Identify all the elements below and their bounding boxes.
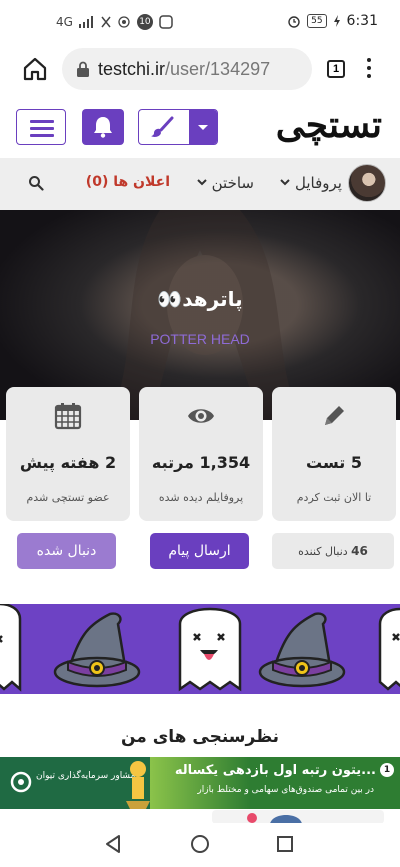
signal-icon xyxy=(78,16,93,28)
browser-menu-icon[interactable] xyxy=(364,58,374,82)
bell-icon xyxy=(94,117,112,138)
hotspot-icon xyxy=(118,16,130,28)
stat-card-tests: 5 تست تا الان ثبت کردم xyxy=(272,387,396,521)
stat-value: 5 تست xyxy=(306,453,362,472)
browser-toolbar: testchi.ir/user/134297 1 xyxy=(0,44,400,96)
polls-section-title: نظرسنجی های من xyxy=(120,727,280,747)
user-navbar: پروفایل ساختن اعلان ها (0) xyxy=(0,158,400,210)
address-bar[interactable]: testchi.ir/user/134297 xyxy=(62,48,312,90)
ghost-icon xyxy=(0,604,22,692)
followers-label: دنبال کننده xyxy=(298,545,348,558)
calendar-icon xyxy=(54,403,82,430)
home-circle-icon[interactable] xyxy=(190,834,210,854)
profile-username: POTTER HEAD xyxy=(150,331,250,347)
ad-banner[interactable]: مشاور سرمایه‌گذاری تیوان 1 ...یتون رتبه … xyxy=(0,757,400,809)
notifications-button[interactable] xyxy=(82,109,124,145)
site-logo[interactable]: تستچی xyxy=(276,104,383,146)
next-content-peek xyxy=(0,809,400,824)
pencil-icon xyxy=(325,406,344,425)
nav-notifications[interactable]: اعلان ها (0) xyxy=(86,174,170,190)
tab-switcher-button[interactable]: 1 xyxy=(327,60,345,78)
ad-subtitle: در بین تمامی صندوق‌های سهامی و مختلط باز… xyxy=(197,785,374,795)
chevron-down-icon[interactable] xyxy=(189,110,217,144)
profile-display-name: پاترهد👀 xyxy=(157,287,243,311)
witch-hat-icon xyxy=(53,612,141,688)
no-sim-icon xyxy=(101,16,111,28)
system-navigation-bar xyxy=(0,823,400,867)
site-header: تستچی xyxy=(0,96,400,158)
stat-value: 1,354 مرتبه xyxy=(151,453,251,472)
ad-logo-icon xyxy=(10,771,32,793)
theme-picker-button[interactable] xyxy=(138,109,218,145)
ghost-icon xyxy=(178,607,242,692)
ghost-icon xyxy=(378,607,400,691)
back-icon[interactable] xyxy=(104,834,124,854)
stat-label: عضو تستچی شدم xyxy=(26,491,110,504)
app-notification-icon xyxy=(159,15,173,29)
url-path: /user/134297 xyxy=(165,58,271,79)
page-root: 4G 10 55 6:31 testchi.ir/user/134297 1 ت… xyxy=(0,0,400,867)
home-icon[interactable] xyxy=(22,56,48,82)
ad-rank-badge: 1 xyxy=(380,763,394,777)
network-label: 4G xyxy=(56,15,73,29)
ghost-witch-pattern xyxy=(0,604,400,692)
eye-icon xyxy=(188,409,214,423)
stat-value: 2 هفته پیش xyxy=(19,453,117,472)
witch-hat-icon xyxy=(258,612,346,688)
clock: 6:31 xyxy=(346,13,378,29)
lock-icon xyxy=(77,61,89,77)
chevron-down-icon xyxy=(279,176,291,190)
nav-build[interactable]: ساختن xyxy=(196,174,254,192)
paintbrush-icon xyxy=(151,116,174,137)
status-right: 55 6:31 xyxy=(287,13,378,29)
stat-label: پروفایلم دیده شده xyxy=(158,491,244,504)
charging-icon xyxy=(333,15,340,27)
followers-button[interactable]: 46 دنبال کننده xyxy=(272,533,394,569)
stat-label: تا الان ثبت کردم xyxy=(296,491,372,504)
search-icon[interactable] xyxy=(28,175,44,191)
notification-count-badge: 10 xyxy=(136,14,153,30)
nav-build-label: ساختن xyxy=(211,174,254,192)
avatar[interactable] xyxy=(348,164,386,202)
send-message-button[interactable]: ارسال پیام xyxy=(150,533,249,569)
battery-indicator: 55 xyxy=(307,14,327,28)
hamburger-menu-button[interactable] xyxy=(16,109,66,145)
followers-count: 46 xyxy=(351,544,368,558)
chevron-down-icon xyxy=(196,176,208,190)
poll-thumbnail xyxy=(212,810,384,824)
stat-card-views: 1,354 مرتبه پروفایلم دیده شده xyxy=(139,387,263,521)
stat-card-joined: 2 هفته پیش عضو تستچی شدم xyxy=(6,387,130,521)
ad-title: ...یتون رتبه اول بازدهی یکساله xyxy=(174,763,376,778)
status-left: 4G 10 xyxy=(56,14,173,30)
recents-icon[interactable] xyxy=(276,835,294,853)
nav-profile[interactable]: پروفایل xyxy=(279,174,342,192)
alarm-icon xyxy=(288,16,300,28)
status-bar: 4G 10 55 6:31 xyxy=(0,0,400,44)
decorative-banner xyxy=(0,604,400,694)
url-host: testchi.ir xyxy=(98,58,166,79)
following-button[interactable]: دنبال شده xyxy=(17,533,116,569)
trophy-figure-icon xyxy=(126,761,150,809)
nav-profile-label: پروفایل xyxy=(295,174,342,192)
